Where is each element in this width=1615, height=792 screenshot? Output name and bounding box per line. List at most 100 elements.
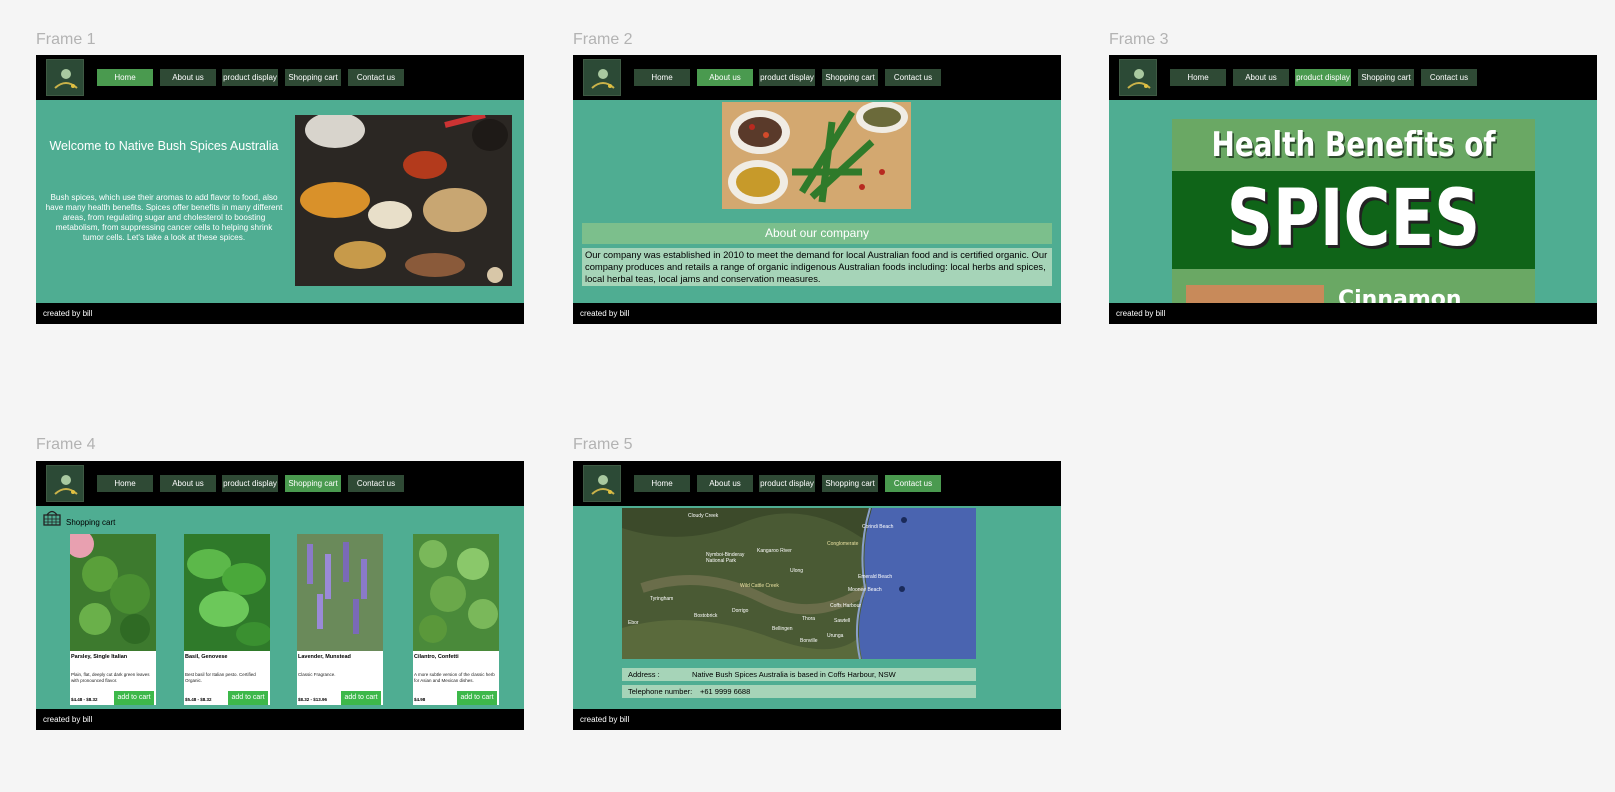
frame-label-4: Frame 4 [36,436,96,453]
product-description: Plain, flat, deeply cut dark green leave… [71,672,150,683]
frame-home: Home About us product display Shopping c… [36,55,524,324]
footer: created by bill [573,303,1061,324]
product-name: Basil, Genovese [185,654,228,660]
nav-cart-button[interactable]: Shopping cart [822,475,878,492]
nav-cart-button[interactable]: Shopping cart [1358,69,1414,86]
product-name: Lavender, Munstead [298,654,351,660]
address-value: Native Bush Spices Australia is based in… [692,670,896,679]
cart-content: Shopping cart Parsley, Single Italian Pl… [36,506,524,709]
product-description: Best basil for Italian pesto. Certified … [185,672,256,683]
map-place-label: Kangaroo River [757,548,792,554]
map-place-label: Ebor [628,620,639,626]
spices-photo [295,112,512,286]
nav-home-button[interactable]: Home [97,69,153,86]
product-card: Basil, Genovese Best basil for Italian p… [184,534,270,705]
frame-label-5: Frame 5 [573,436,633,453]
spice-bowls-photo [722,101,911,209]
nav-product-button[interactable]: product display [1295,69,1351,86]
nav-product-button[interactable]: product display [222,69,278,86]
location-map[interactable]: Cloudy Creek Nymboi-Binderay National Pa… [622,508,976,659]
footer: created by bill [36,303,524,324]
frame-shopping-cart: Home About us product display Shopping c… [36,461,524,730]
map-place-label: Moonee Beach [848,587,882,593]
map-place-label: Dorrigo [732,608,749,614]
nav-cart-button[interactable]: Shopping cart [285,69,341,86]
logo[interactable] [583,59,621,96]
health-benefits-banner: Health Benefits of SPICES Cinnamon [1172,119,1535,303]
map-place-label: Nymboi-Binderay National Park [706,552,745,564]
cart-label: Shopping cart [66,518,116,527]
map-place-label: Ulong [790,568,804,574]
product-price: $4.48 - $8.32 [71,697,98,702]
logo[interactable] [1119,59,1157,96]
map-place-label: Urunga [827,633,844,639]
add-to-cart-button[interactable]: add to cart [457,691,497,705]
nav-contact-button[interactable]: Contact us [885,69,941,86]
footer: created by bill [36,709,524,730]
nav-about-button[interactable]: About us [697,69,753,86]
add-to-cart-button[interactable]: add to cart [341,691,381,705]
basket-icon[interactable] [42,507,62,527]
frame-contact: Home About us product display Shopping c… [573,461,1061,730]
map-place-label: Corindi Beach [862,524,894,530]
nav-bar: Home About us product display Shopping c… [573,461,1061,506]
nav-about-button[interactable]: About us [697,475,753,492]
about-text: Our company was established in 2010 to m… [582,248,1052,286]
product-card: Lavender, Munstead Classic Fragrance. $8… [297,534,383,705]
nav-about-button[interactable]: About us [160,475,216,492]
map-place-label: Thora [802,616,816,622]
nav-home-button[interactable]: Home [97,475,153,492]
nav-home-button[interactable]: Home [1170,69,1226,86]
nav-product-button[interactable]: product display [222,475,278,492]
about-title: About our company [582,223,1052,244]
nav-about-button[interactable]: About us [1233,69,1289,86]
product-price: $4.98 [414,697,426,702]
welcome-heading: Welcome to Native Bush Spices Australia [49,139,279,153]
logo[interactable] [46,59,84,96]
banner-cinnamon: Cinnamon [1338,287,1462,303]
cinnamon-photo [1186,285,1324,303]
frame-label-1: Frame 1 [36,31,96,48]
map-place-label: Bellingen [772,626,793,632]
lavender-photo [297,534,383,651]
phone-label: Telephone number: [628,687,693,696]
product-card: Parsley, Single Italian Plain, flat, dee… [70,534,156,705]
nav-contact-button[interactable]: Contact us [885,475,941,492]
footer: created by bill [1109,303,1597,324]
logo[interactable] [46,465,84,502]
map-place-label: Coffs Harbour [830,603,862,609]
product-description: Classic Fragrance. [298,672,336,677]
nav-contact-button[interactable]: Contact us [1421,69,1477,86]
cilantro-photo [413,534,499,651]
nav-bar: Home About us product display Shopping c… [1109,55,1597,100]
map-place-label: Bostobrick [694,613,718,619]
map-place-label: Bonville [800,638,818,644]
map-place-label: Conglomerate [827,541,859,547]
phone-row: Telephone number: +61 9999 6688 [622,685,976,698]
add-to-cart-button[interactable]: add to cart [114,691,154,705]
phone-value: +61 9999 6688 [700,687,751,696]
footer: created by bill [573,709,1061,730]
nav-contact-button[interactable]: Contact us [348,69,404,86]
product-name: Cilantro, Confetti [414,654,459,660]
logo[interactable] [583,465,621,502]
address-row: Address : Native Bush Spices Australia i… [622,668,976,681]
nav-bar: Home About us product display Shopping c… [36,461,524,506]
frame-label-3: Frame 3 [1109,31,1169,48]
address-label: Address : [628,670,660,679]
nav-about-button[interactable]: About us [160,69,216,86]
nav-contact-button[interactable]: Contact us [348,475,404,492]
nav-cart-button[interactable]: Shopping cart [285,475,341,492]
map-place-label: Tyringham [650,596,674,602]
add-to-cart-button[interactable]: add to cart [228,691,268,705]
product-description: A more subtle version of the classic her… [414,672,495,683]
nav-home-button[interactable]: Home [634,69,690,86]
product-name: Parsley, Single Italian [71,654,128,660]
nav-product-button[interactable]: product display [759,475,815,492]
nav-cart-button[interactable]: Shopping cart [822,69,878,86]
parsley-photo [70,534,156,651]
product-price: $5.48 - $8.32 [185,697,212,702]
nav-home-button[interactable]: Home [634,475,690,492]
product-price: $8.32 - $13.96 [298,697,328,702]
nav-product-button[interactable]: product display [759,69,815,86]
